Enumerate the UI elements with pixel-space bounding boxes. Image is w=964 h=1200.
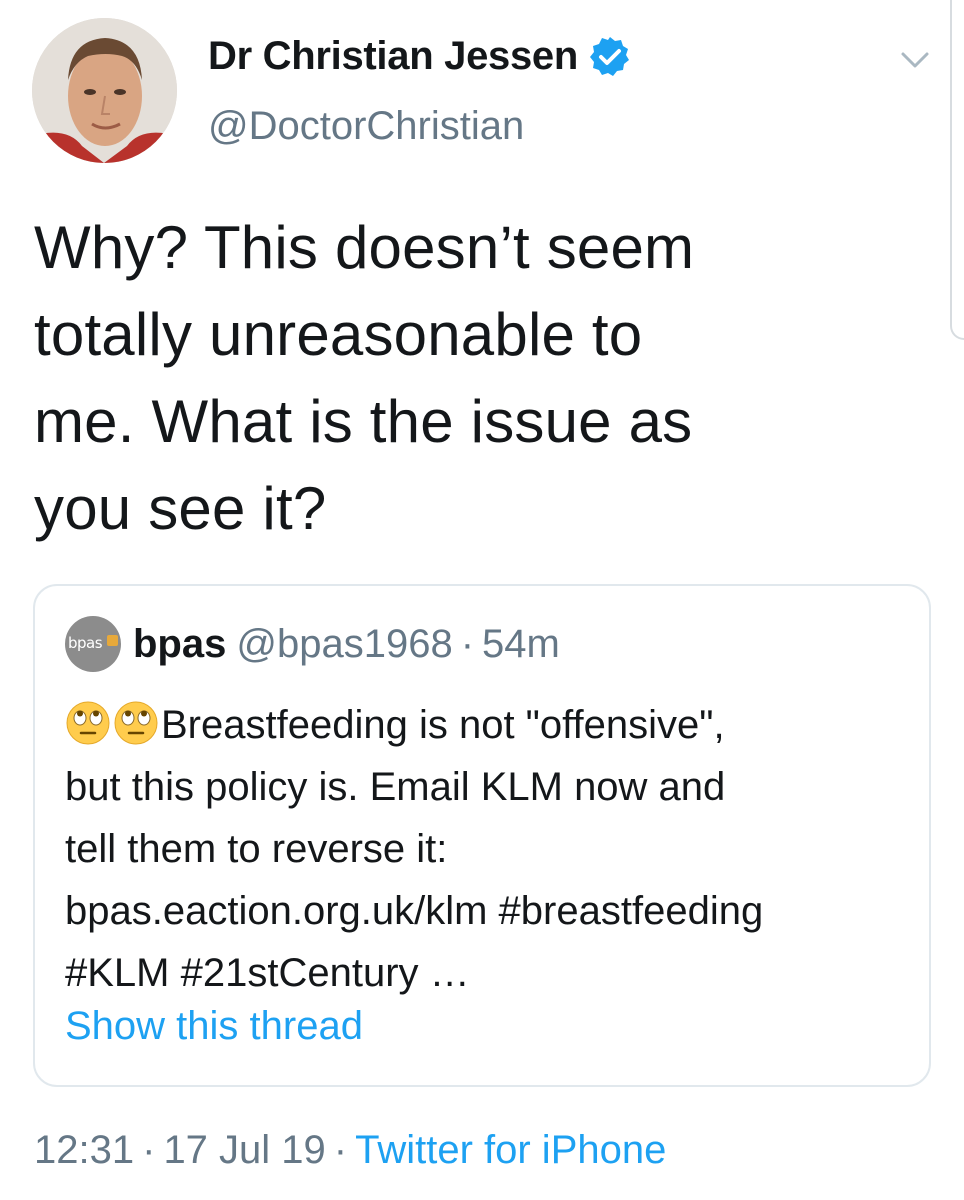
tweet-metadata: 12:31 · 17 Jul 19 · Twitter for iPhone (34, 1128, 666, 1173)
separator-dot: · (333, 1128, 348, 1172)
quoted-avatar: bpas (65, 616, 121, 672)
rolling-eyes-emoji-icon (114, 701, 158, 745)
quoted-author-name: bpas (133, 621, 227, 666)
tweet-text-line: you see it? (34, 475, 327, 542)
tweet-text: Why? This doesn’t seem totally unreasona… (34, 204, 894, 552)
separator-dot: · (142, 1128, 156, 1172)
quoted-text-first-line: Breastfeeding is not "offensive", (161, 703, 725, 747)
tweet-time: 12:31 (34, 1128, 135, 1172)
verified-badge-icon (590, 36, 630, 76)
quoted-avatar-logo: bpas (68, 634, 103, 652)
quoted-text-line: #KLM #21stCentury … (65, 951, 470, 995)
show-thread-link[interactable]: Show this thread (65, 1004, 363, 1049)
quoted-text-line: bpas.eaction.org.uk/klm #breastfeeding (65, 889, 764, 933)
separator-dot: · (460, 621, 475, 666)
author-handle[interactable]: @DoctorChristian (208, 104, 524, 149)
tweet-date: 17 Jul 19 (163, 1128, 326, 1172)
tweet-text-line: totally unreasonable to (34, 301, 643, 368)
author-name-row: Dr Christian Jessen (208, 34, 632, 79)
quoted-text-line: but this policy is. Email KLM now and (65, 765, 726, 809)
quoted-text-line: tell them to reverse it: (65, 827, 448, 871)
quoted-tweet-text: Breastfeeding is not "offensive", but th… (65, 694, 915, 1004)
quoted-avatar-mark (107, 635, 118, 646)
author-avatar[interactable] (32, 18, 177, 163)
tweet-text-line: me. What is the issue as (34, 388, 693, 455)
chevron-down-icon[interactable] (898, 44, 932, 74)
rolling-eyes-emoji-icon (66, 701, 110, 745)
quoted-author-handle: @bpas1968 (236, 621, 453, 666)
profile-photo (32, 18, 177, 163)
quoted-timestamp: 54m (482, 621, 560, 666)
tweet-text-line: Why? This doesn’t seem (34, 214, 695, 281)
quoted-tweet-header: bpas bpas @bpas1968 · 54m (65, 616, 560, 672)
quoted-tweet-card[interactable]: bpas bpas @bpas1968 · 54m Breastfeeding … (33, 584, 931, 1087)
tweet-source-link[interactable]: Twitter for iPhone (355, 1128, 666, 1172)
quoted-text-line: Breastfeeding is not "offensive", (65, 694, 915, 756)
scrollbar-edge (950, 0, 964, 340)
tweet-detail: Dr Christian Jessen @DoctorChristian Why… (0, 0, 964, 1200)
author-display-name[interactable]: Dr Christian Jessen (208, 34, 578, 79)
